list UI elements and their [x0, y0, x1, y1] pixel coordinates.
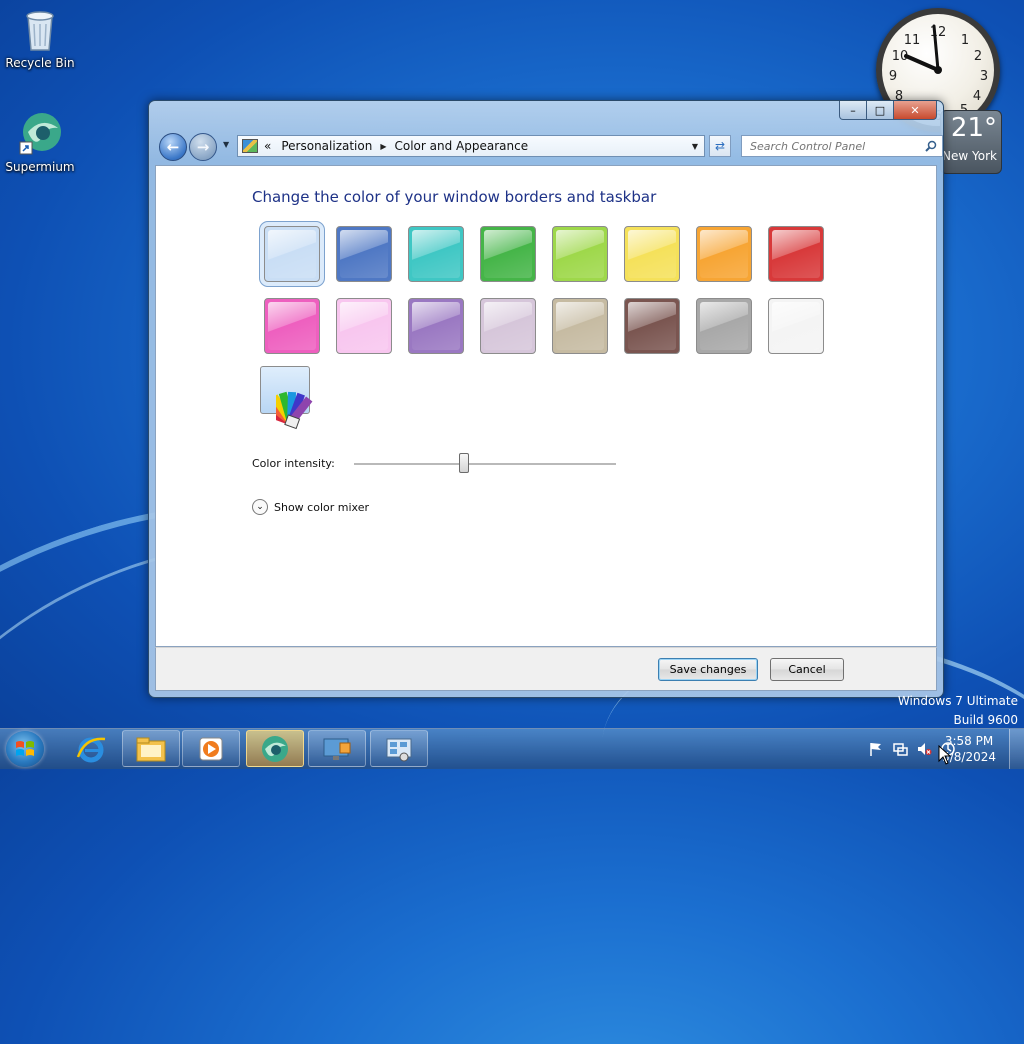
show-desktop-button[interactable]: [1009, 729, 1024, 769]
back-button[interactable]: ←: [159, 133, 187, 161]
slider-track[interactable]: [354, 463, 616, 466]
weather-gadget[interactable]: 21° New York: [940, 110, 1002, 174]
color-swatch-ruby[interactable]: [768, 226, 824, 282]
breadcrumb-personalization[interactable]: Personalization: [281, 139, 372, 153]
internet-explorer-icon: [76, 737, 106, 762]
color-swatch-lime[interactable]: [552, 226, 608, 282]
address-bar[interactable]: « Personalization ▶ Color and Appearance…: [237, 135, 705, 157]
color-swatch-twilight[interactable]: [336, 226, 392, 282]
personalization-window: – □ ✕ ← → ▼ « Personalization ▶ Color an…: [148, 100, 944, 698]
taskbar-supermium[interactable]: [246, 730, 304, 767]
taskbar-file-explorer[interactable]: [122, 730, 180, 767]
search-box[interactable]: [741, 135, 943, 157]
file-explorer-icon: [136, 737, 166, 761]
control-panel-icon: [386, 738, 412, 761]
svg-text:12: 12: [930, 25, 947, 40]
color-swatch-slate[interactable]: [696, 298, 752, 354]
color-intensity-slider[interactable]: [354, 450, 616, 476]
desktop-icon-label: Supermium: [5, 160, 75, 174]
taskbar-control-panel[interactable]: [370, 730, 428, 767]
search-input[interactable]: [748, 138, 922, 154]
close-button[interactable]: ✕: [894, 101, 937, 120]
svg-text:11: 11: [904, 33, 921, 48]
color-swatch-taupe[interactable]: [552, 298, 608, 354]
taskbar-internet-explorer[interactable]: [62, 730, 120, 767]
color-swatch-sea[interactable]: [408, 226, 464, 282]
control-panel-icon: [242, 139, 258, 153]
forward-button[interactable]: →: [189, 133, 217, 161]
cancel-button[interactable]: Cancel: [770, 658, 844, 681]
search-icon[interactable]: [925, 140, 937, 152]
breadcrumb-color-and-appearance[interactable]: Color and Appearance: [394, 139, 528, 153]
desktop-icon-label: Recycle Bin: [5, 56, 75, 70]
refresh-button[interactable]: ⇄: [709, 135, 731, 157]
watermark-edition: Windows 7 Ultimate: [897, 694, 1018, 708]
network-icon[interactable]: [892, 741, 908, 757]
chevron-down-icon: ⌄: [252, 499, 268, 515]
forward-arrow-icon: →: [196, 138, 210, 156]
address-dropdown-icon[interactable]: ▼: [692, 142, 698, 151]
taskbar-remote-desktop[interactable]: [308, 730, 366, 767]
mouse-cursor-icon: [938, 745, 952, 765]
svg-text:3: 3: [980, 69, 988, 84]
content-pane: Change the color of your window borders …: [155, 165, 937, 647]
maximize-button[interactable]: □: [867, 101, 894, 120]
color-swatch-frost[interactable]: [768, 298, 824, 354]
taskbar: 3:58 PM 5/8/2024: [0, 728, 1024, 769]
action-center-flag-icon[interactable]: [868, 741, 884, 757]
recycle-bin-icon: [16, 6, 64, 54]
minimize-icon: –: [850, 103, 856, 117]
volume-muted-icon[interactable]: [916, 741, 932, 757]
color-swatch-chocolate[interactable]: [624, 298, 680, 354]
supermium-icon: [16, 110, 64, 158]
windows-logo-icon: [16, 741, 34, 756]
window-caption-buttons: – □ ✕: [839, 101, 937, 120]
desktop-icon-supermium[interactable]: Supermium: [0, 110, 80, 174]
breadcrumb-separator-icon[interactable]: ▶: [380, 142, 386, 151]
desktop-icon-recycle-bin[interactable]: Recycle Bin: [0, 6, 80, 70]
color-swatch-fuchsia[interactable]: [264, 298, 320, 354]
color-swatch-leaf[interactable]: [480, 226, 536, 282]
maximize-icon: □: [874, 103, 886, 117]
svg-text:2: 2: [974, 49, 982, 64]
color-swatch-blush[interactable]: [336, 298, 392, 354]
close-icon: ✕: [910, 103, 920, 117]
color-swatch-violet[interactable]: [408, 298, 464, 354]
color-swatch-sky[interactable]: [259, 221, 325, 287]
color-intensity-label: Color intensity:: [252, 457, 335, 470]
media-player-icon: [199, 737, 223, 760]
dialog-footer: Save changes Cancel: [155, 647, 937, 691]
save-changes-button[interactable]: Save changes: [658, 658, 758, 681]
show-color-mixer-label: Show color mixer: [274, 500, 369, 514]
windows-watermark: Windows 7 Ultimate Build 9600: [898, 692, 1018, 730]
back-arrow-icon: ←: [166, 138, 180, 156]
svg-text:9: 9: [889, 69, 897, 84]
color-swatch-pumpkin[interactable]: [696, 226, 752, 282]
custom-color-button[interactable]: [260, 366, 330, 432]
color-swatch-lavender[interactable]: [480, 298, 536, 354]
slider-thumb[interactable]: [459, 453, 470, 473]
taskbar-media-player[interactable]: [182, 730, 240, 767]
recent-pages-dropdown[interactable]: ▼: [223, 140, 229, 149]
refresh-icon: ⇄: [714, 139, 726, 153]
supermium-icon: [262, 735, 288, 762]
svg-text:1: 1: [961, 33, 969, 48]
color-fan-icon: [276, 391, 313, 430]
navigation-bar: ← → ▼ « Personalization ▶ Color and Appe…: [157, 131, 943, 161]
breadcrumb-overflow[interactable]: «: [264, 139, 271, 153]
show-color-mixer-toggle[interactable]: ⌄ Show color mixer: [252, 499, 369, 515]
page-title: Change the color of your window borders …: [252, 188, 657, 206]
svg-text:4: 4: [973, 89, 981, 104]
minimize-button[interactable]: –: [839, 101, 867, 120]
remote-desktop-icon: [323, 738, 351, 760]
weather-temperature: 21°: [950, 113, 997, 143]
color-swatch-sun[interactable]: [624, 226, 680, 282]
start-button[interactable]: [6, 731, 44, 767]
weather-city: New York: [942, 149, 997, 163]
